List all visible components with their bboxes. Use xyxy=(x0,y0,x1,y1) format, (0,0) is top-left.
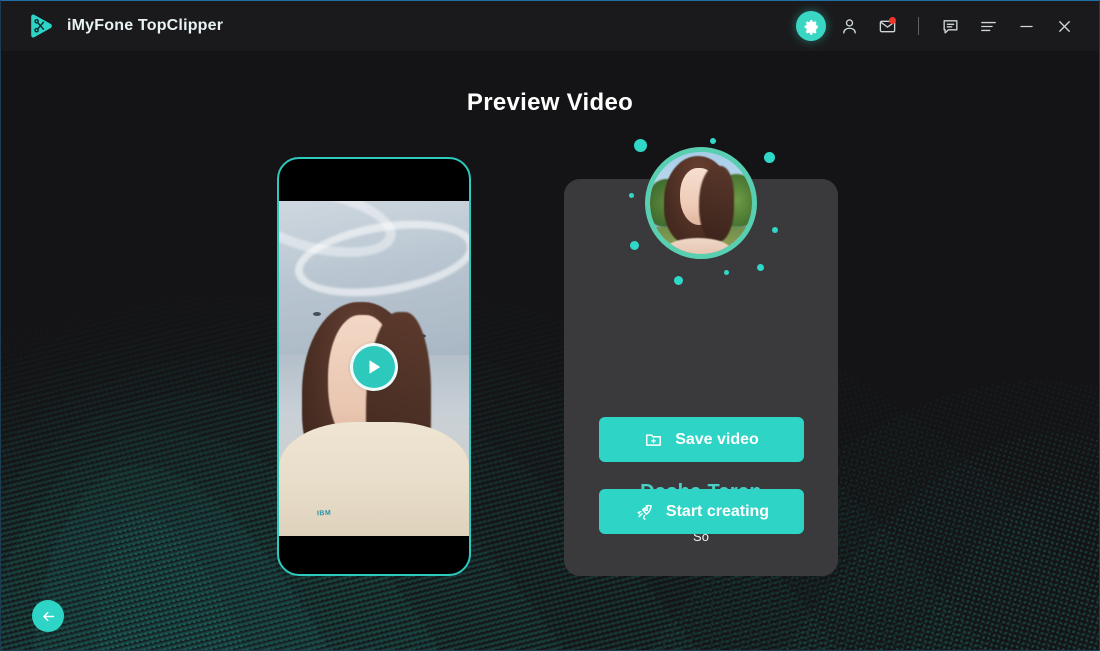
arrow-left-icon xyxy=(42,611,54,621)
settings-button[interactable] xyxy=(794,9,828,43)
decor-dot xyxy=(634,139,647,152)
app-window: iMyFone TopClipper Preview Video IBM So … xyxy=(0,0,1100,651)
ceiling-spot-1 xyxy=(313,311,322,316)
person-icon xyxy=(842,18,856,34)
avatar[interactable] xyxy=(645,147,757,259)
minimize-button[interactable] xyxy=(1009,9,1043,43)
account-button[interactable] xyxy=(832,9,866,43)
titlebar-divider xyxy=(918,17,919,35)
save-video-label: Save video xyxy=(675,430,759,448)
mail-button[interactable] xyxy=(870,9,904,43)
brand: iMyFone TopClipper xyxy=(27,12,223,40)
page-title: Preview Video xyxy=(466,89,634,116)
decor-dot xyxy=(764,152,775,163)
play-button[interactable] xyxy=(350,342,398,391)
video-subject-shirt: IBM xyxy=(279,422,469,536)
shirt-logo-text: IBM xyxy=(316,509,332,518)
titlebar-actions xyxy=(794,9,1081,43)
hamburger-menu-icon xyxy=(980,21,996,31)
app-title: iMyFone TopClipper xyxy=(67,17,224,34)
decor-dot xyxy=(710,138,716,144)
scissors-play-logo-icon xyxy=(31,14,52,38)
menu-button[interactable] xyxy=(971,9,1005,43)
back-button[interactable] xyxy=(32,600,64,632)
rocket-icon xyxy=(637,504,652,520)
minimize-icon xyxy=(1019,25,1033,27)
play-icon xyxy=(369,359,380,374)
close-icon xyxy=(1058,20,1070,32)
phone-video-preview[interactable]: IBM xyxy=(277,157,471,576)
title-bar: iMyFone TopClipper xyxy=(1,1,1099,51)
close-button[interactable] xyxy=(1047,9,1081,43)
feedback-button[interactable] xyxy=(933,9,967,43)
avatar-hair-right xyxy=(698,166,734,242)
start-creating-label: Start creating xyxy=(665,502,770,520)
start-creating-button[interactable]: Start creating xyxy=(599,489,804,534)
folder-plus-icon xyxy=(646,434,662,446)
save-video-button[interactable]: Save video xyxy=(599,417,804,462)
mail-badge-dot xyxy=(889,17,896,24)
chat-icon xyxy=(942,19,958,34)
gear-icon xyxy=(796,11,826,41)
